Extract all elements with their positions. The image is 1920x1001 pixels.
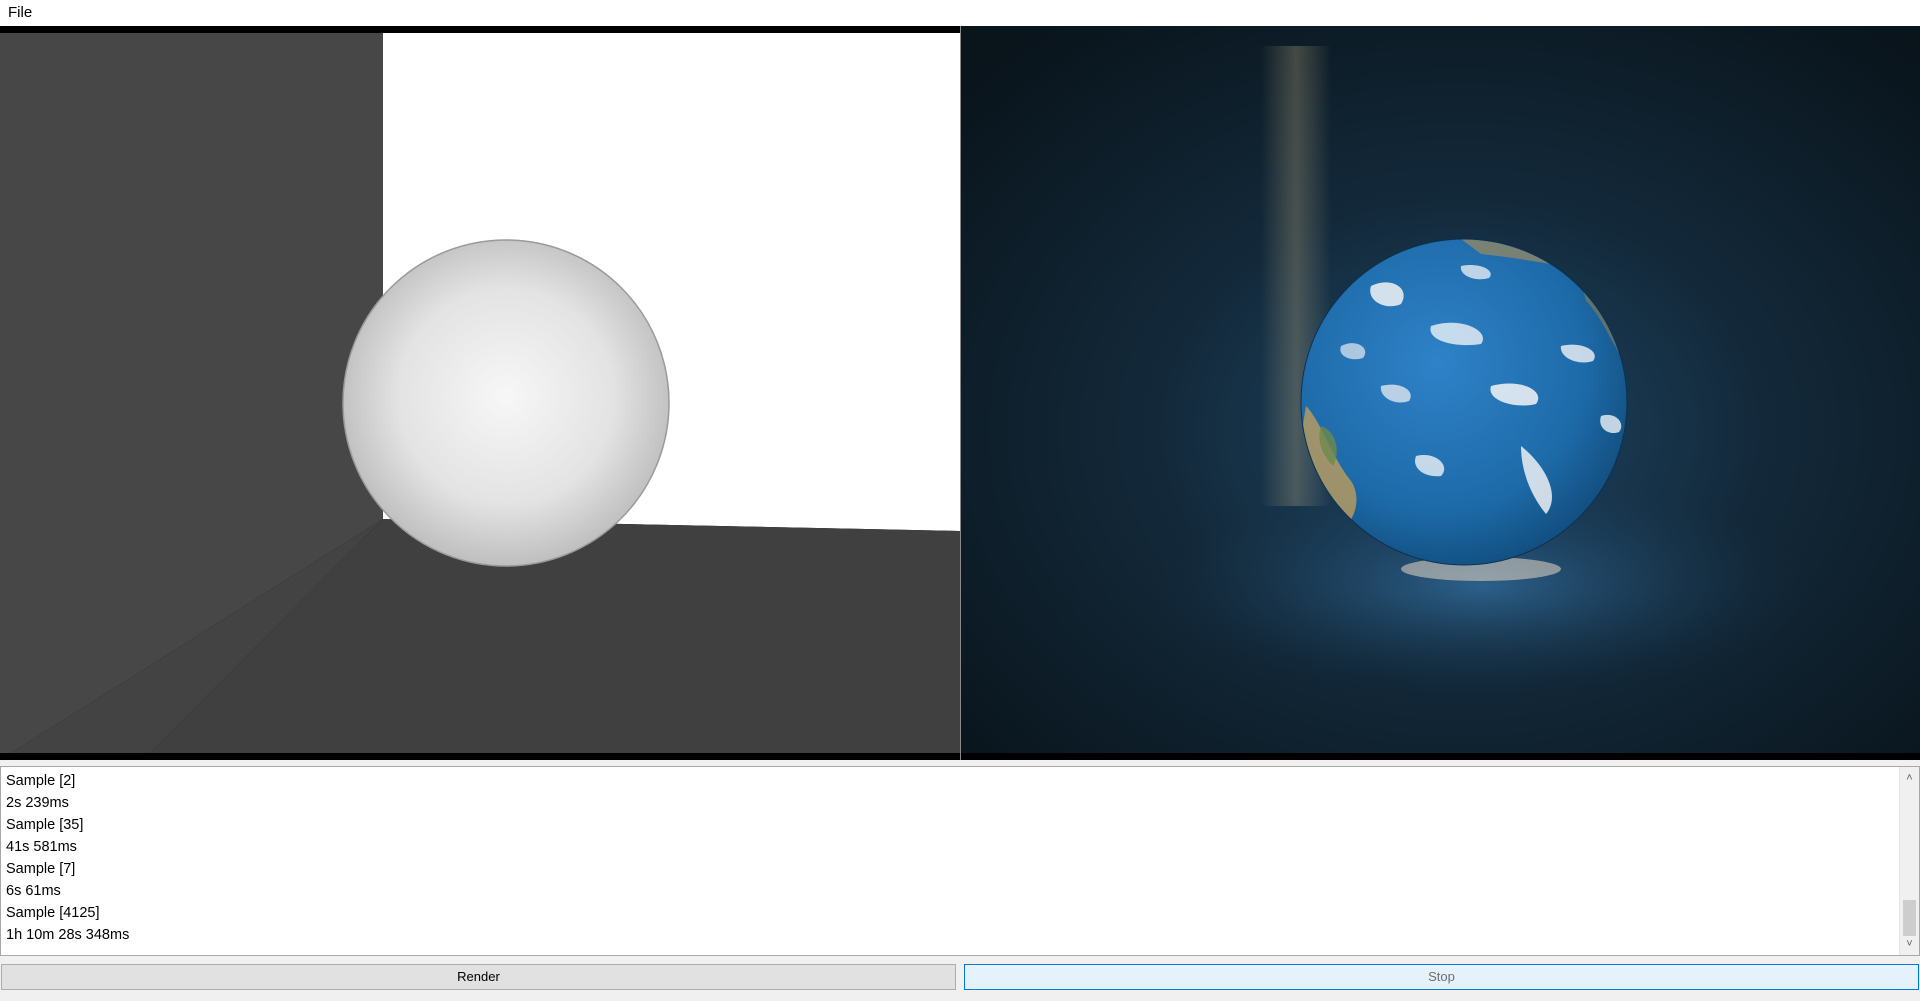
preview-viewport[interactable] (0, 26, 960, 760)
scroll-thumb[interactable] (1903, 900, 1916, 936)
log-line: 6s 61ms (6, 883, 61, 899)
log-scrollbar[interactable]: ˄ ˅ (1899, 767, 1919, 955)
log-line: Sample [35] (6, 817, 84, 833)
menu-bar: File (0, 0, 1920, 26)
log-line: Sample [2] (6, 773, 76, 789)
log-line: Sample [4125] (6, 905, 100, 921)
log-line: Sample [7] (6, 861, 76, 877)
render-viewport (961, 26, 1920, 760)
chevron-up-icon[interactable]: ˄ (1900, 769, 1919, 787)
log-panel[interactable]: Sample [2] 2s 239ms Sample [35] 41s 581m… (0, 766, 1920, 956)
menu-file[interactable]: File (0, 0, 40, 26)
chevron-down-icon[interactable]: ˅ (1900, 935, 1919, 953)
render-scene (961, 26, 1920, 760)
log-line: 2s 239ms (6, 795, 69, 811)
sphere (342, 239, 670, 567)
render-button[interactable]: Render (1, 964, 956, 990)
earth-sphere (1300, 238, 1628, 566)
log-lines: Sample [2] 2s 239ms Sample [35] 41s 581m… (6, 770, 129, 946)
preview-scene (0, 26, 960, 760)
log-line: 1h 10m 28s 348ms (6, 927, 130, 943)
log-line: 41s 581ms (6, 839, 77, 855)
button-bar: Render Stop (0, 958, 1920, 1001)
stop-button[interactable]: Stop (964, 964, 1919, 990)
